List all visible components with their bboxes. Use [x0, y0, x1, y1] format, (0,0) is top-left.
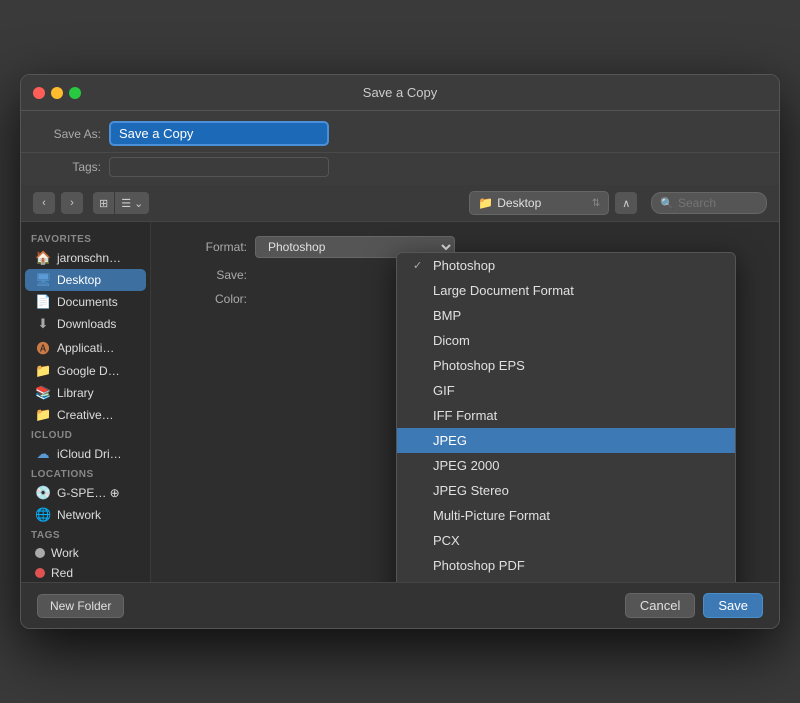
sidebar-item-label: G-SPE… ⊕ [57, 486, 120, 500]
close-button[interactable] [33, 87, 45, 99]
save-button[interactable]: Save [703, 593, 763, 618]
view-icon-button[interactable]: ⊞ [93, 192, 114, 214]
save-as-input[interactable] [109, 121, 329, 146]
format-label: Format: [167, 240, 247, 254]
sidebar-item-gspec[interactable]: 💿 G-SPE… ⊕ [25, 482, 146, 504]
check-icon: ✓ [413, 259, 427, 272]
dropdown-item-pcx[interactable]: PCX [397, 528, 735, 553]
sidebar-item-applications[interactable]: 🅐 Applicati… [25, 335, 146, 360]
minimize-button[interactable] [51, 87, 63, 99]
sidebar: Favorites 🏠 jaronschn… 🖥 Desktop 📄 Docum… [21, 222, 151, 582]
icloud-label: iCloud [21, 426, 150, 443]
dropdown-item-iff[interactable]: IFF Format [397, 403, 735, 428]
sidebar-item-label: Work [51, 546, 79, 560]
sidebar-item-label: Creative… [57, 408, 114, 422]
traffic-lights [33, 87, 81, 99]
bottom-bar: New Folder Cancel Save [21, 582, 779, 628]
sidebar-item-desktop[interactable]: 🖥 Desktop [25, 269, 146, 291]
documents-icon: 📄 [35, 294, 51, 310]
sidebar-item-google[interactable]: 📁 Google D… [25, 360, 146, 382]
sidebar-item-label: Network [57, 508, 101, 522]
cancel-button[interactable]: Cancel [625, 593, 695, 618]
network-icon: 🌐 [35, 507, 51, 523]
titlebar: Save a Copy [21, 75, 779, 111]
dropdown-item-large-doc[interactable]: Large Document Format [397, 278, 735, 303]
expand-button[interactable]: ∧ [615, 192, 637, 214]
main-content: Favorites 🏠 jaronschn… 🖥 Desktop 📄 Docum… [21, 222, 779, 582]
tags-label: Tags: [41, 160, 101, 174]
icloud-icon: ☁ [35, 446, 51, 462]
location-arrows: ⇅ [592, 198, 600, 209]
sidebar-item-label: jaronschn… [57, 251, 121, 265]
sidebar-item-label: iCloud Dri… [57, 447, 122, 461]
sidebar-item-icloud[interactable]: ☁ iCloud Dri… [25, 443, 146, 465]
applications-icon: 🅐 [35, 338, 51, 357]
dropdown-item-photoshop-eps[interactable]: Photoshop EPS [397, 353, 735, 378]
red-tag-dot [35, 568, 45, 578]
search-box: 🔍 [651, 192, 767, 214]
tags-input[interactable] [109, 157, 329, 177]
dropdown-item-bmp[interactable]: BMP [397, 303, 735, 328]
sidebar-item-label: Documents [57, 295, 118, 309]
view-toggle-group: ⊞ ☰ ⌄ [93, 192, 149, 214]
window-title: Save a Copy [363, 85, 437, 100]
sidebar-item-label: Library [57, 386, 94, 400]
toolbar: ‹ › ⊞ ☰ ⌄ 📁 Desktop ⇅ ∧ 🔍 [21, 185, 779, 222]
sidebar-item-label: Google D… [57, 364, 120, 378]
new-folder-button[interactable]: New Folder [37, 594, 124, 618]
back-button[interactable]: ‹ [33, 192, 55, 214]
sidebar-item-work[interactable]: Work [25, 543, 146, 563]
google-drive-icon: 📁 [35, 363, 51, 379]
dropdown-item-jpeg-stereo[interactable]: JPEG Stereo [397, 478, 735, 503]
tags-row: Tags: [21, 153, 779, 185]
gspec-icon: 💿 [35, 485, 51, 501]
home-icon: 🏠 [35, 250, 51, 266]
dropdown-item-photoshop-pdf[interactable]: Photoshop PDF [397, 553, 735, 578]
sidebar-item-jaronschn[interactable]: 🏠 jaronschn… [25, 247, 146, 269]
save-options-label: Save: [167, 268, 247, 282]
sidebar-item-documents[interactable]: 📄 Documents [25, 291, 146, 313]
desktop-icon: 🖥 [35, 272, 51, 288]
dropdown-item-multi-pic[interactable]: Multi-Picture Format [397, 503, 735, 528]
format-dropdown[interactable]: ✓PhotoshopLarge Document FormatBMPDicomP… [396, 252, 736, 582]
folder-icon: 📁 [478, 196, 493, 210]
location-text: Desktop [497, 196, 588, 210]
dropdown-item-dicom[interactable]: Dicom [397, 328, 735, 353]
tags-section-label: Tags [21, 526, 150, 543]
sidebar-item-label: Red [51, 566, 73, 580]
dropdown-item-jpeg[interactable]: JPEG [397, 428, 735, 453]
sidebar-item-network[interactable]: 🌐 Network [25, 504, 146, 526]
work-tag-dot [35, 548, 45, 558]
sidebar-item-downloads[interactable]: ⬇ Downloads [25, 313, 146, 335]
action-buttons: Cancel Save [625, 593, 763, 618]
downloads-icon: ⬇ [35, 316, 51, 332]
save-as-label: Save As: [41, 127, 101, 141]
search-input[interactable] [678, 196, 758, 210]
sidebar-item-library[interactable]: 📚 Library [25, 382, 146, 404]
dropdown-item-jpeg2000[interactable]: JPEG 2000 [397, 453, 735, 478]
locations-label: Locations [21, 465, 150, 482]
sidebar-item-red[interactable]: Red [25, 563, 146, 582]
sidebar-item-label: Applicati… [57, 341, 114, 355]
sidebar-item-creative[interactable]: 📁 Creative… [25, 404, 146, 426]
dropdown-item-photoshop[interactable]: ✓Photoshop [397, 253, 735, 278]
sidebar-item-label: Downloads [57, 317, 116, 331]
location-picker[interactable]: 📁 Desktop ⇅ [469, 191, 609, 215]
save-dialog: Save a Copy Save As: Tags: ‹ › ⊞ ☰ ⌄ 📁 D… [20, 74, 780, 629]
search-icon: 🔍 [660, 197, 674, 210]
favorites-label: Favorites [21, 230, 150, 247]
color-label: Color: [167, 292, 247, 306]
sidebar-item-label: Desktop [57, 273, 101, 287]
save-as-row: Save As: [21, 111, 779, 153]
dropdown-item-photoshop-raw[interactable]: Photoshop Raw [397, 578, 735, 582]
forward-button[interactable]: › [61, 192, 83, 214]
library-icon: 📚 [35, 385, 51, 401]
creative-icon: 📁 [35, 407, 51, 423]
maximize-button[interactable] [69, 87, 81, 99]
view-list-button[interactable]: ☰ ⌄ [115, 192, 149, 214]
dropdown-item-gif[interactable]: GIF [397, 378, 735, 403]
file-area: Format: Photoshop Save: Color: ✓Photosho… [151, 222, 779, 582]
